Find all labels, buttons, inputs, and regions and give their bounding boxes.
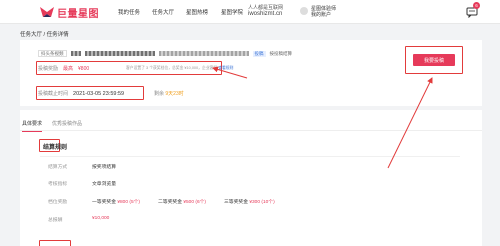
rule-row-total: 总报酬 ¥10,000 [48,216,109,223]
nav-hot-list[interactable]: 星图热榜 [186,8,208,16]
task-summary-card: 抖头条视频 投稿 按投稿结算 投稿奖励 最高 ¥800 客户设置了 3 个获奖档… [20,40,482,106]
task-tags: 抖头条视频 投稿 按投稿结算 [38,50,292,57]
user-account: 我的账户 [311,12,332,18]
nav-task-hall[interactable]: 任务大厅 [152,8,174,16]
accept-task-button[interactable]: 我要投稿 [413,54,455,66]
rule-label: 档位奖励 [48,200,68,205]
reward-row: 投稿奖励 最高 ¥800 [38,65,90,73]
logo-text: 巨量星图 [57,8,99,20]
redacted-title [158,51,249,56]
rule-value: 按奖项结算 [92,165,116,170]
breadcrumb[interactable]: 任务大厅 / 任务详情 [20,30,69,38]
logo[interactable]: 巨量星图 [40,5,99,20]
watermark: 人人都是互联网 iwoshizmt.cn [248,5,283,17]
reward-amount: ¥800 [78,65,90,72]
redacted-text [70,51,81,56]
section-highlight [39,240,71,246]
remaining-time: 剩余 9天23时 [154,90,184,97]
remaining-label: 剩余 [154,91,165,97]
notification-badge: 6 [473,2,480,9]
prize-tier-1: 一等奖奖金 ¥800 (5个) [92,200,141,205]
watermark-line2: iwoshizmt.cn [248,11,283,17]
reward-prefix: 最高 [63,66,74,72]
rule-label: 总报酬 [48,218,63,223]
avatar [300,7,308,15]
logo-icon [40,7,54,17]
settlement-chip: 按投稿结算 [269,50,293,56]
reward-note: 客户设置了 3 个获奖档位，总奖金 ¥10,000，企业客服 查看规则 [126,66,233,71]
deadline-row: 投稿截止时间 2021-03-05 23:59:59 [38,90,125,98]
deadline-label: 投稿截止时间 [38,91,69,97]
rule-value: ¥10,000 [92,216,110,221]
rule-row-method: 结算方式 按奖项结算 [48,163,116,170]
rules-link[interactable]: 查看规则 [218,66,233,70]
rule-label: 考核指标 [48,182,68,187]
rule-label: 结算方式 [48,165,68,170]
submission-chip: 投稿 [252,50,266,57]
prize-tier-3: 三等奖奖金 ¥300 (10个) [224,200,275,205]
divider [40,156,460,157]
nav-my-tasks[interactable]: 我的任务 [118,8,140,16]
nav-academy[interactable]: 星图学院 [221,8,243,16]
platform-tag: 抖头条视频 [38,50,67,57]
reward-note-text: 客户设置了 3 个获奖档位，总奖金 ¥10,000，企业客服 [126,66,218,70]
rule-row-prizes: 档位奖励 一等奖奖金 ¥800 (5个) 二等奖奖金 ¥500 (6个) 三等奖… [48,198,290,205]
prize-tier-2: 二等奖奖金 ¥500 (6个) [158,200,207,205]
top-header: 巨量星图 我的任务 任务大厅 星图热榜 星图学院 人人都是互联网 iwoshiz… [0,0,500,24]
reward-label: 投稿奖励 [38,66,59,72]
user-menu[interactable]: 星图体验师 我的账户 [300,6,336,18]
settlement-title: 结算规则 [43,145,68,151]
divider [20,130,482,131]
rule-row-metric: 考核指标 文章浏览量 [48,180,116,187]
rule-value: 文章浏览量 [92,182,116,187]
redacted-title [84,51,155,56]
deadline-value: 2021-03-05 23:59:59 [73,90,125,97]
remaining-value: 9天23时 [165,91,184,97]
